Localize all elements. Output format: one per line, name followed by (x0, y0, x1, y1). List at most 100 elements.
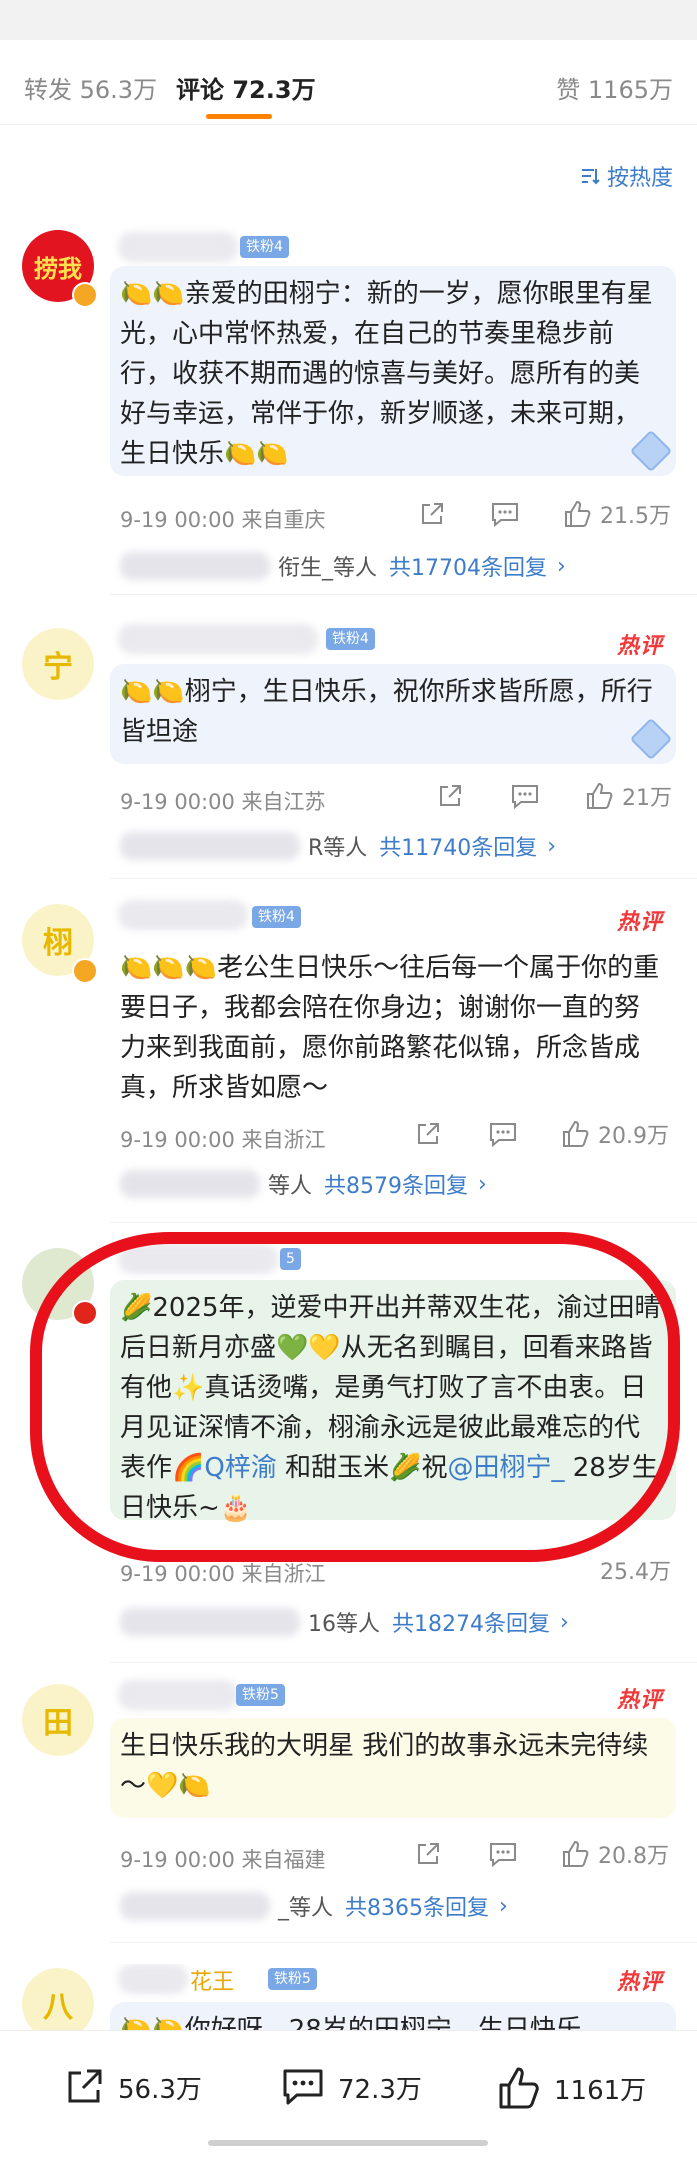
reply-summary[interactable]: R等人 共11740条回复 › (120, 830, 556, 862)
username-blurred[interactable] (118, 900, 248, 930)
reply-names-blurred (120, 832, 300, 860)
divider (110, 1662, 697, 1663)
comment-meta: 9-19 00:00 来自江苏 (120, 786, 326, 816)
reply-total: 共8365条回复 (345, 1896, 490, 1921)
like-button[interactable]: 20.8万 (560, 1838, 669, 1870)
share-icon (68, 2069, 102, 2103)
comment-item: 栩 铁粉4 热评 🍋🍋🍋老公生日快乐～往后每一个属于你的重要日子，我都会陪在你身… (0, 898, 697, 1223)
comment-bubble: 🍋🍋栩宁，生日快乐，祝你所求皆所愿，所行皆坦途 (110, 664, 676, 764)
fan-badge: 铁粉5 (268, 1968, 317, 1990)
comment-date: 9-19 00:00 (120, 1128, 235, 1152)
comment-meta: 9-19 00:00 来自浙江 (120, 1124, 326, 1154)
username-blurred[interactable] (118, 1680, 238, 1710)
status-area (0, 0, 697, 40)
reply-summary[interactable]: 16等人 共18274条回复 › (120, 1606, 569, 1638)
username-blurred[interactable] (118, 232, 238, 262)
like-button[interactable]: 20.9万 (560, 1118, 669, 1150)
comment-date: 9-19 00:00 (120, 790, 235, 814)
chevron-right-icon: › (499, 1893, 508, 1919)
comment-icon (512, 785, 538, 810)
bottom-comment-button[interactable]: 72.3万 (280, 2065, 422, 2109)
reply-button[interactable] (488, 1840, 518, 1868)
comment-meta: 9-19 00:00 来自福建 (120, 1844, 326, 1874)
tab-repost[interactable]: 转发 56.3万 (24, 70, 157, 105)
share-icon (418, 1843, 439, 1864)
fan-badge: 铁粉4 (252, 906, 301, 928)
thumbs-up-icon (563, 1840, 589, 1867)
topic-link[interactable]: Q梓渝 (204, 1453, 276, 1483)
username-tail: 花王 (190, 1970, 235, 1995)
comment-item: 田 铁粉5 热评 生日快乐我的大明星 我们的故事永远未完待续～💛🍋 9-19 0… (0, 1680, 697, 1943)
reply-names: 16等人 (308, 1612, 380, 1637)
thumbs-up-icon (587, 782, 613, 809)
reply-total: 共18274条回复 (392, 1612, 550, 1637)
share-icon (440, 785, 461, 806)
comment-location: 来自重庆 (241, 508, 326, 532)
verified-badge (72, 958, 98, 984)
sort-label: 按热度 (606, 166, 673, 191)
fan-badge: 铁粉5 (236, 1684, 285, 1706)
like-button[interactable]: 21.5万 (562, 498, 671, 530)
mention-link[interactable]: @田栩宁_ (447, 1453, 564, 1483)
share-button[interactable] (418, 500, 446, 528)
sort-toggle[interactable]: 按热度 (579, 160, 673, 192)
reply-summary[interactable]: 衔生_等人 共17704条回复 › (120, 550, 566, 582)
hot-comment-badge: 热评 (616, 910, 663, 935)
share-button[interactable] (436, 782, 464, 810)
avatar[interactable]: 八 (22, 1968, 94, 2030)
tab-like[interactable]: 赞 1165万 (556, 70, 673, 105)
sort-icon (581, 169, 600, 185)
verified-badge (72, 1300, 98, 1326)
fan-badge: 铁粉4 (326, 628, 375, 650)
reply-button[interactable] (510, 782, 540, 810)
username-blurred[interactable] (118, 1244, 278, 1274)
divider (110, 1942, 697, 1943)
active-tab-indicator (206, 114, 272, 119)
comment-meta: 9-19 00:00 来自浙江 (120, 1558, 326, 1588)
comment-location: 来自浙江 (241, 1128, 326, 1152)
bottom-like-button[interactable]: 1161万 (496, 2065, 646, 2111)
avatar-text: 栩 (43, 926, 73, 961)
reply-button[interactable] (490, 500, 520, 528)
like-button[interactable]: 25.4万 (600, 1554, 671, 1586)
reply-total: 共8579条回复 (324, 1174, 469, 1199)
home-indicator (208, 2140, 488, 2146)
share-button[interactable] (414, 1120, 442, 1148)
comment-bubble: 🍋🍋你好呀，28岁的田栩宁，生日快乐 (110, 2002, 676, 2030)
username-blurred[interactable] (118, 1964, 188, 1994)
reply-summary[interactable]: _等人 共8365条回复 › (120, 1890, 508, 1922)
comment-date: 9-19 00:00 (120, 508, 235, 532)
reply-names-blurred (120, 1170, 260, 1198)
chevron-right-icon: › (478, 1171, 487, 1197)
thumbs-up-icon (565, 500, 591, 527)
comment-date: 9-19 00:00 (120, 1562, 235, 1586)
username-blurred[interactable] (118, 624, 318, 654)
fan-badge: 5 (280, 1248, 301, 1270)
comment-text: 🍋🍋🍋老公生日快乐～往后每一个属于你的重要日子，我都会陪在你身边；谢谢你一直的努… (120, 953, 660, 1103)
verified-badge (72, 282, 98, 308)
bottom-repost-button[interactable]: 56.3万 (62, 2065, 202, 2109)
comment-bubble: 🌽2025年，逆爱中开出并蒂双生花，渝过田晴后日新月亦盛💚💛从无名到瞩目，回看来… (110, 1280, 676, 1523)
like-button[interactable]: 21万 (584, 780, 672, 812)
avatar[interactable]: 田 (22, 1684, 94, 1756)
comment-icon (283, 2069, 323, 2105)
avatar[interactable]: 宁 (22, 628, 94, 700)
fan-badge: 铁粉4 (240, 236, 289, 258)
comment-item: 八 花王 铁粉5 热评 🍋🍋你好呀，28岁的田栩宁，生日快乐 (0, 1964, 697, 2030)
comment-icon (492, 503, 518, 528)
avatar-text: 田 (43, 1706, 73, 1741)
comment-text: 生日快乐我的大明星 我们的故事永远未完待续～💛🍋 (120, 1731, 649, 1801)
thumbs-up-icon (563, 1120, 589, 1147)
comment-icon (490, 1843, 516, 1868)
reply-names: R等人 (308, 836, 368, 861)
reply-summary[interactable]: 等人 共8579条回复 › (120, 1168, 487, 1200)
reply-button[interactable] (488, 1120, 518, 1148)
avatar-text: 八 (43, 1990, 73, 2025)
tab-comment[interactable]: 评论 72.3万 (176, 70, 316, 105)
like-count: 21万 (622, 786, 672, 811)
thumbs-up-icon (499, 2067, 539, 2109)
comment-item: 捞我 铁粉4 🍋🍋亲爱的田栩宁：新的一岁，愿你眼里有星光，心中常怀热爱，在自己的… (0, 230, 697, 595)
share-icon (418, 1123, 439, 1144)
like-count: 20.8万 (598, 1844, 669, 1869)
share-button[interactable] (414, 1840, 442, 1868)
